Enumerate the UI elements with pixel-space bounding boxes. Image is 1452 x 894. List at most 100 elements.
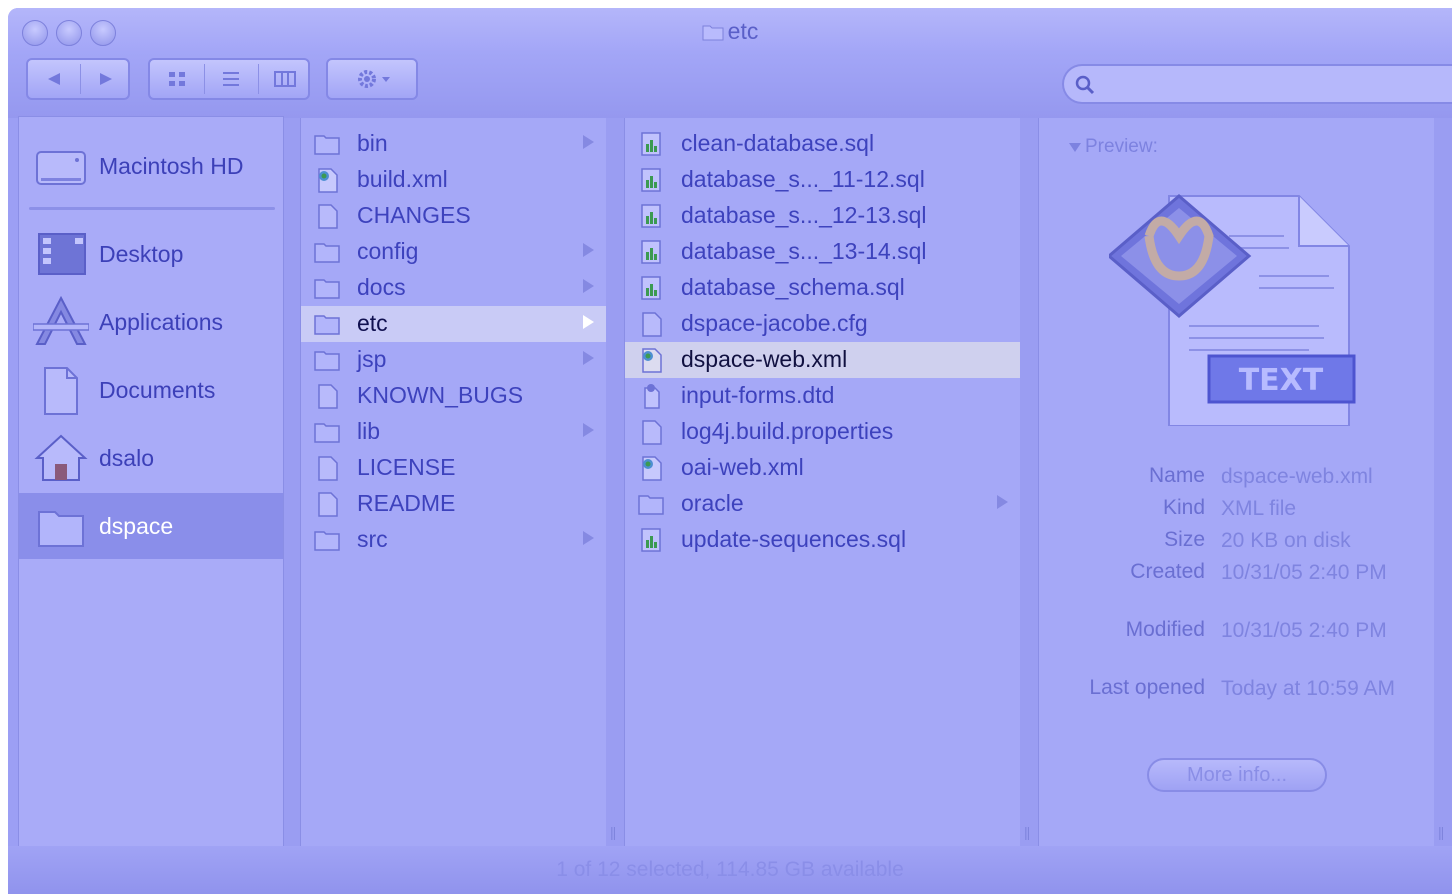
search-input[interactable] <box>1100 70 1444 100</box>
list-item-label: log4j.build.properties <box>681 418 894 444</box>
list-item[interactable]: update-sequences.sql <box>625 522 1020 558</box>
list-item[interactable]: dspace-web.xml <box>625 342 1020 378</box>
list-item[interactable]: oai-web.xml <box>625 450 1020 486</box>
list-item[interactable]: bin <box>301 126 606 162</box>
sidebar-item-documents[interactable]: Documents <box>19 357 283 423</box>
info-value: 10/31/05 2:40 PM <box>1221 561 1387 584</box>
info-value: XML file <box>1221 497 1297 520</box>
list-item[interactable]: build.xml <box>301 162 606 198</box>
list-item[interactable]: LICENSE <box>301 450 606 486</box>
column-view-button[interactable] <box>258 60 312 98</box>
sidebar-item-dspace[interactable]: dspace <box>19 493 283 559</box>
list-item-label: database_s..._12-13.sql <box>681 202 927 228</box>
text-badge-label: TEXT <box>1239 363 1324 398</box>
disclosure-arrow-icon <box>997 495 1008 509</box>
icon-view-button[interactable] <box>150 60 204 98</box>
forward-button[interactable] <box>80 60 132 98</box>
list-item[interactable]: input-forms.dtd <box>625 378 1020 414</box>
icon-view-icon <box>169 72 185 86</box>
list-item[interactable]: jsp <box>301 342 606 378</box>
list-view-button[interactable] <box>204 60 258 98</box>
sidebar-item-desktop[interactable]: Desktop <box>19 221 283 287</box>
list-item[interactable]: config <box>301 234 606 270</box>
list-item-label: config <box>357 238 419 264</box>
sidebar-item-macintosh-hd[interactable]: Macintosh HD <box>19 133 283 199</box>
disclosure-triangle-icon <box>1069 143 1081 152</box>
sidebar-item-label: Applications <box>99 308 224 335</box>
info-value: Today at 10:59 AM <box>1221 677 1395 700</box>
info-key: Kind <box>1162 496 1205 519</box>
list-item-label: oai-web.xml <box>681 454 804 480</box>
list-item-label: clean-database.sql <box>681 130 875 156</box>
list-item-label: lib <box>357 418 381 444</box>
list-item[interactable]: oracle <box>625 486 1020 522</box>
folder-icon <box>638 495 664 515</box>
list-item[interactable]: src <box>301 522 606 558</box>
documents-icon <box>44 367 78 415</box>
list-item[interactable]: database_s..._13-14.sql <box>625 234 1020 270</box>
disclosure-arrow-icon <box>583 315 594 329</box>
sidebar-item-applications[interactable]: Applications <box>19 289 283 355</box>
search-icon <box>1075 75 1095 95</box>
arrow-left-icon <box>48 73 60 85</box>
column-divider[interactable]: || <box>1020 118 1038 846</box>
disclosure-arrow-icon <box>583 243 594 257</box>
document-icon <box>642 312 662 337</box>
more-info-button[interactable]: More info... <box>1147 758 1327 792</box>
list-item[interactable]: clean-database.sql <box>625 126 1020 162</box>
info-value: dspace-web.xml <box>1221 465 1373 488</box>
list-view-icon <box>223 72 239 86</box>
sql-file-icon <box>641 276 661 300</box>
column-etc: clean-database.sql database_s..._11-12.s… <box>624 118 1020 846</box>
sql-file-icon <box>641 168 661 192</box>
sql-file-icon <box>641 132 661 156</box>
search-field[interactable] <box>1062 64 1452 104</box>
list-item[interactable]: log4j.build.properties <box>625 414 1020 450</box>
list-item[interactable]: database_schema.sql <box>625 270 1020 306</box>
column-divider[interactable]: || <box>1434 118 1452 846</box>
info-key: Modified <box>1125 618 1205 641</box>
list-item[interactable]: lib <box>301 414 606 450</box>
list-item[interactable]: database_s..._11-12.sql <box>625 162 1020 198</box>
list-item-label: LICENSE <box>357 454 456 480</box>
folder-icon <box>702 25 724 41</box>
preview-header-label: Preview: <box>1085 136 1158 157</box>
list-item-label: update-sequences.sql <box>681 526 907 552</box>
finder-window: etc Macintosh HD Desktop Applications Do… <box>8 8 1452 894</box>
list-item-label: database_s..._13-14.sql <box>681 238 927 264</box>
folder-icon <box>314 243 340 263</box>
sidebar-item-label: Macintosh HD <box>99 152 244 179</box>
document-icon <box>318 492 338 517</box>
list-item[interactable]: etc <box>301 306 606 342</box>
titlebar: etc <box>8 8 1452 118</box>
list-item-label: KNOWN_BUGS <box>357 382 524 408</box>
list-item[interactable]: dspace-jacobe.cfg <box>625 306 1020 342</box>
preview-header[interactable]: Preview: <box>1069 136 1158 158</box>
sidebar-item-dsalo[interactable]: dsalo <box>19 425 283 491</box>
disclosure-arrow-icon <box>583 531 594 545</box>
folder-icon <box>38 511 84 547</box>
list-item-label: jsp <box>357 346 387 372</box>
column-divider[interactable]: || <box>606 118 624 846</box>
desktop-icon <box>38 233 86 275</box>
list-item[interactable]: README <box>301 486 606 522</box>
disclosure-arrow-icon <box>583 279 594 293</box>
list-item[interactable]: database_s..._12-13.sql <box>625 198 1020 234</box>
list-item-label: database_schema.sql <box>681 274 905 300</box>
disclosure-arrow-icon <box>583 135 594 149</box>
sql-file-icon <box>641 240 661 264</box>
disclosure-arrow-icon <box>583 423 594 437</box>
list-item[interactable]: KNOWN_BUGS <box>301 378 606 414</box>
info-key: Size <box>1164 528 1205 551</box>
list-item-label: src <box>357 526 388 552</box>
list-item-label: build.xml <box>357 166 448 192</box>
view-mode-control <box>148 58 310 100</box>
list-item-label: dspace-jacobe.cfg <box>681 310 868 336</box>
xml-file-icon <box>642 348 662 373</box>
action-menu-button[interactable] <box>326 58 418 100</box>
sidebar-item-label: dspace <box>99 512 174 539</box>
back-button[interactable] <box>28 60 80 98</box>
status-bar: 1 of 12 selected, 114.85 GB available <box>8 846 1452 894</box>
list-item[interactable]: CHANGES <box>301 198 606 234</box>
list-item[interactable]: docs <box>301 270 606 306</box>
